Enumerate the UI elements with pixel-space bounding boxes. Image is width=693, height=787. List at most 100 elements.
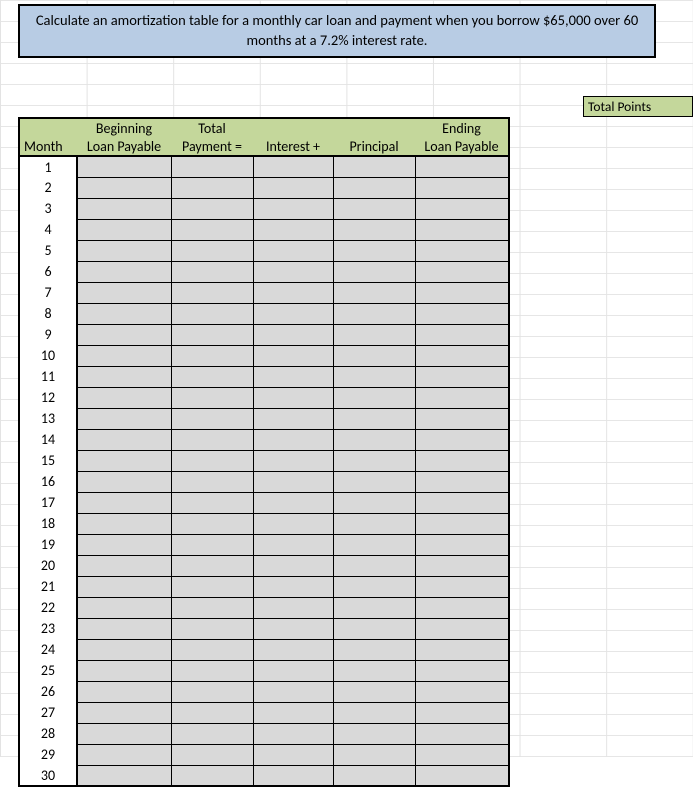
payment-cell[interactable] — [171, 471, 253, 492]
ending-cell[interactable] — [415, 492, 509, 513]
month-cell[interactable]: 10 — [19, 345, 77, 366]
principal-cell[interactable] — [333, 450, 415, 471]
month-cell[interactable]: 19 — [19, 534, 77, 555]
ending-cell[interactable] — [415, 198, 509, 219]
interest-cell[interactable] — [253, 303, 333, 324]
interest-cell[interactable] — [253, 513, 333, 534]
interest-cell[interactable] — [253, 681, 333, 702]
principal-cell[interactable] — [333, 471, 415, 492]
interest-cell[interactable] — [253, 219, 333, 240]
beginning-cell[interactable] — [77, 555, 171, 576]
payment-cell[interactable] — [171, 366, 253, 387]
ending-cell[interactable] — [415, 681, 509, 702]
principal-cell[interactable] — [333, 429, 415, 450]
beginning-cell[interactable] — [77, 198, 171, 219]
interest-cell[interactable] — [253, 765, 333, 786]
beginning-cell[interactable] — [77, 282, 171, 303]
month-cell[interactable]: 2 — [19, 177, 77, 198]
ending-cell[interactable] — [415, 618, 509, 639]
beginning-cell[interactable] — [77, 744, 171, 765]
beginning-cell[interactable] — [77, 450, 171, 471]
month-cell[interactable]: 25 — [19, 660, 77, 681]
beginning-cell[interactable] — [77, 660, 171, 681]
month-cell[interactable]: 12 — [19, 387, 77, 408]
principal-cell[interactable] — [333, 345, 415, 366]
payment-cell[interactable] — [171, 597, 253, 618]
month-cell[interactable]: 16 — [19, 471, 77, 492]
beginning-cell[interactable] — [77, 387, 171, 408]
month-cell[interactable]: 20 — [19, 555, 77, 576]
interest-cell[interactable] — [253, 597, 333, 618]
ending-cell[interactable] — [415, 261, 509, 282]
payment-cell[interactable] — [171, 450, 253, 471]
ending-cell[interactable] — [415, 576, 509, 597]
ending-cell[interactable] — [415, 387, 509, 408]
payment-cell[interactable] — [171, 681, 253, 702]
interest-cell[interactable] — [253, 660, 333, 681]
month-cell[interactable]: 13 — [19, 408, 77, 429]
payment-cell[interactable] — [171, 765, 253, 786]
interest-cell[interactable] — [253, 618, 333, 639]
interest-cell[interactable] — [253, 555, 333, 576]
month-cell[interactable]: 9 — [19, 324, 77, 345]
payment-cell[interactable] — [171, 219, 253, 240]
beginning-cell[interactable] — [77, 681, 171, 702]
beginning-cell[interactable] — [77, 219, 171, 240]
payment-cell[interactable] — [171, 723, 253, 744]
ending-cell[interactable] — [415, 240, 509, 261]
month-cell[interactable]: 30 — [19, 765, 77, 786]
beginning-cell[interactable] — [77, 513, 171, 534]
month-cell[interactable]: 6 — [19, 261, 77, 282]
payment-cell[interactable] — [171, 660, 253, 681]
interest-cell[interactable] — [253, 639, 333, 660]
beginning-cell[interactable] — [77, 324, 171, 345]
ending-cell[interactable] — [415, 723, 509, 744]
interest-cell[interactable] — [253, 261, 333, 282]
principal-cell[interactable] — [333, 261, 415, 282]
payment-cell[interactable] — [171, 555, 253, 576]
principal-cell[interactable] — [333, 198, 415, 219]
payment-cell[interactable] — [171, 429, 253, 450]
month-cell[interactable]: 3 — [19, 198, 77, 219]
interest-cell[interactable] — [253, 240, 333, 261]
beginning-cell[interactable] — [77, 240, 171, 261]
beginning-cell[interactable] — [77, 366, 171, 387]
principal-cell[interactable] — [333, 618, 415, 639]
ending-cell[interactable] — [415, 324, 509, 345]
principal-cell[interactable] — [333, 366, 415, 387]
principal-cell[interactable] — [333, 282, 415, 303]
month-cell[interactable]: 7 — [19, 282, 77, 303]
interest-cell[interactable] — [253, 408, 333, 429]
payment-cell[interactable] — [171, 261, 253, 282]
interest-cell[interactable] — [253, 429, 333, 450]
interest-cell[interactable] — [253, 450, 333, 471]
payment-cell[interactable] — [171, 492, 253, 513]
payment-cell[interactable] — [171, 702, 253, 723]
beginning-cell[interactable] — [77, 576, 171, 597]
interest-cell[interactable] — [253, 198, 333, 219]
interest-cell[interactable] — [253, 177, 333, 198]
interest-cell[interactable] — [253, 744, 333, 765]
ending-cell[interactable] — [415, 555, 509, 576]
payment-cell[interactable] — [171, 387, 253, 408]
principal-cell[interactable] — [333, 555, 415, 576]
interest-cell[interactable] — [253, 387, 333, 408]
payment-cell[interactable] — [171, 177, 253, 198]
month-cell[interactable]: 1 — [19, 156, 77, 177]
payment-cell[interactable] — [171, 744, 253, 765]
interest-cell[interactable] — [253, 366, 333, 387]
ending-cell[interactable] — [415, 408, 509, 429]
beginning-cell[interactable] — [77, 177, 171, 198]
principal-cell[interactable] — [333, 324, 415, 345]
ending-cell[interactable] — [415, 702, 509, 723]
month-cell[interactable]: 22 — [19, 597, 77, 618]
beginning-cell[interactable] — [77, 765, 171, 786]
interest-cell[interactable] — [253, 345, 333, 366]
interest-cell[interactable] — [253, 702, 333, 723]
interest-cell[interactable] — [253, 492, 333, 513]
ending-cell[interactable] — [415, 282, 509, 303]
principal-cell[interactable] — [333, 177, 415, 198]
payment-cell[interactable] — [171, 303, 253, 324]
principal-cell[interactable] — [333, 219, 415, 240]
beginning-cell[interactable] — [77, 345, 171, 366]
